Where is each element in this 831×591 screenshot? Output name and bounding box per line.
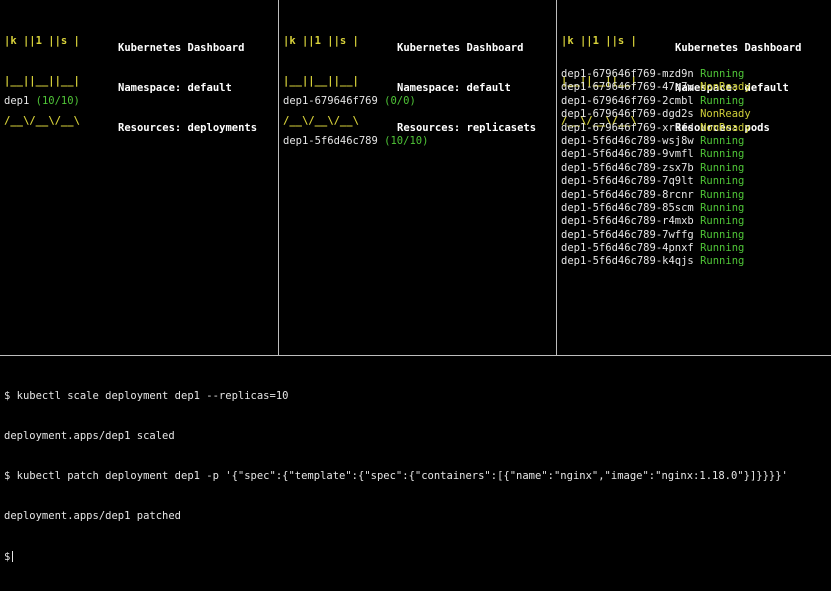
item-status: Running [700,134,745,147]
list-item: dep1-5f6d46c789-zsx7b Running [561,162,751,175]
list-item: dep1-679646f769-2cmbl Running [561,95,751,108]
item-name: dep1-5f6d46c789 [283,135,378,148]
dashboard-title: Kubernetes Dashboard [118,41,245,54]
list-item: dep1-679646f769 (0/0) [283,95,428,108]
list-item: dep1-5f6d46c789-85scm Running [561,202,751,215]
item-status: Running [700,68,745,80]
item-name: dep1-5f6d46c789-zsx7b [561,161,694,174]
resources-label: Resources: deployments [118,122,258,135]
pane-divider [0,355,831,356]
item-name: dep1-5f6d46c789-wsj8w [561,134,694,147]
prompt-symbol: $ [4,550,11,563]
terminal-output[interactable]: $ kubectl scale deployment dep1 --replic… [4,363,788,591]
list-item: dep1-679646f769-xr6fd NonReady [561,122,751,135]
item-name: dep1-679646f769-2cmbl [561,94,694,107]
item-status: NonReady [700,108,751,121]
item-name: dep1-5f6d46c789-4pnxf [561,242,694,255]
item-name: dep1-679646f769-mzd9n [561,68,694,80]
item-status: NonReady [700,81,751,94]
terminal-line: deployment.apps/dep1 patched [4,510,182,523]
list-item: dep1-5f6d46c789-k4qjs Running [561,255,751,268]
list-item: dep1-5f6d46c789-9vmfl Running [561,148,751,161]
item-status: Running [700,255,745,268]
item-status: Running [700,161,745,174]
terminal-line: $ kubectl scale deployment dep1 --replic… [4,389,289,402]
resource-list: dep1 (10/10) [4,68,80,135]
list-item: dep1-5f6d46c789-7q9lt Running [561,175,751,188]
item-name: dep1-679646f769-dgd2s [561,108,694,121]
item-name: dep1-5f6d46c789-8rcnr [561,188,694,201]
list-item: dep1-679646f769-47q7w NonReady [561,81,751,94]
dashboard-info: Kubernetes Dashboard Namespace: default … [118,15,257,162]
list-item: dep1-5f6d46c789-7wffg Running [561,229,751,242]
item-name: dep1 [4,94,30,107]
item-name: dep1-679646f769 [283,94,378,107]
item-status: (0/0) [384,94,416,107]
item-status: Running [700,175,745,188]
item-name: dep1-5f6d46c789-r4mxb [561,215,694,228]
item-name: dep1-5f6d46c789-k4qjs [561,255,694,268]
item-name: dep1-5f6d46c789-7wffg [561,228,694,241]
list-item: dep1-5f6d46c789-wsj8w Running [561,135,751,148]
item-status: (10/10) [35,94,80,107]
terminal-line: deployment.apps/dep1 scaled [4,430,175,443]
item-status: Running [700,201,745,214]
pane-deployments[interactable]: |k ||1 ||s | |__||__||__| /__\/__\/__\ K… [0,0,278,356]
item-status: Running [700,148,745,161]
item-status: (10/10) [384,135,429,148]
pane-pods[interactable]: |k ||1 ||s | |__||__||__| /__\/__\/__\ K… [556,0,831,356]
namespace-label: Namespace: default [118,82,232,95]
item-name: dep1-5f6d46c789-7q9lt [561,175,694,188]
list-item: dep1-5f6d46c789 (10/10) [283,135,428,148]
item-status: NonReady [700,121,751,134]
item-name: dep1-5f6d46c789-9vmfl [561,148,694,161]
list-item: dep1-679646f769-mzd9n Running [561,68,751,81]
item-status: Running [700,215,745,228]
list-item: dep1-679646f769-dgd2s NonReady [561,108,751,121]
list-item: dep1-5f6d46c789-8rcnr Running [561,189,751,202]
item-status: Running [700,228,745,241]
terminal-line: $ kubectl patch deployment dep1 -p '{"sp… [4,470,788,483]
dashboard-panes: |k ||1 ||s | |__||__||__| /__\/__\/__\ K… [0,0,831,356]
item-status: Running [700,242,745,255]
list-item: dep1-5f6d46c789-4pnxf Running [561,242,751,255]
item-name: dep1-679646f769-47q7w [561,81,694,94]
text-cursor [12,550,14,562]
item-name: dep1-679646f769-xr6fd [561,121,694,134]
dashboard-title: Kubernetes Dashboard [675,41,802,54]
item-name: dep1-5f6d46c789-85scm [561,201,694,214]
pane-replicasets[interactable]: |k ||1 ||s | |__||__||__| /__\/__\/__\ K… [278,0,556,356]
item-status: Running [700,188,745,201]
dashboard-title: Kubernetes Dashboard [397,41,524,54]
terminal-window: |k ||1 ||s | |__||__||__| /__\/__\/__\ K… [0,0,831,563]
list-item: dep1-5f6d46c789-r4mxb Running [561,215,751,228]
resource-list: dep1-679646f769 (0/0) dep1-5f6d46c789 (1… [283,68,428,175]
resource-list: dep1-679646f769-mzd9n Running dep1-679646… [561,68,751,269]
list-item: dep1 (10/10) [4,95,80,108]
item-status: Running [700,94,745,107]
terminal-prompt-line[interactable]: $ [4,550,788,564]
